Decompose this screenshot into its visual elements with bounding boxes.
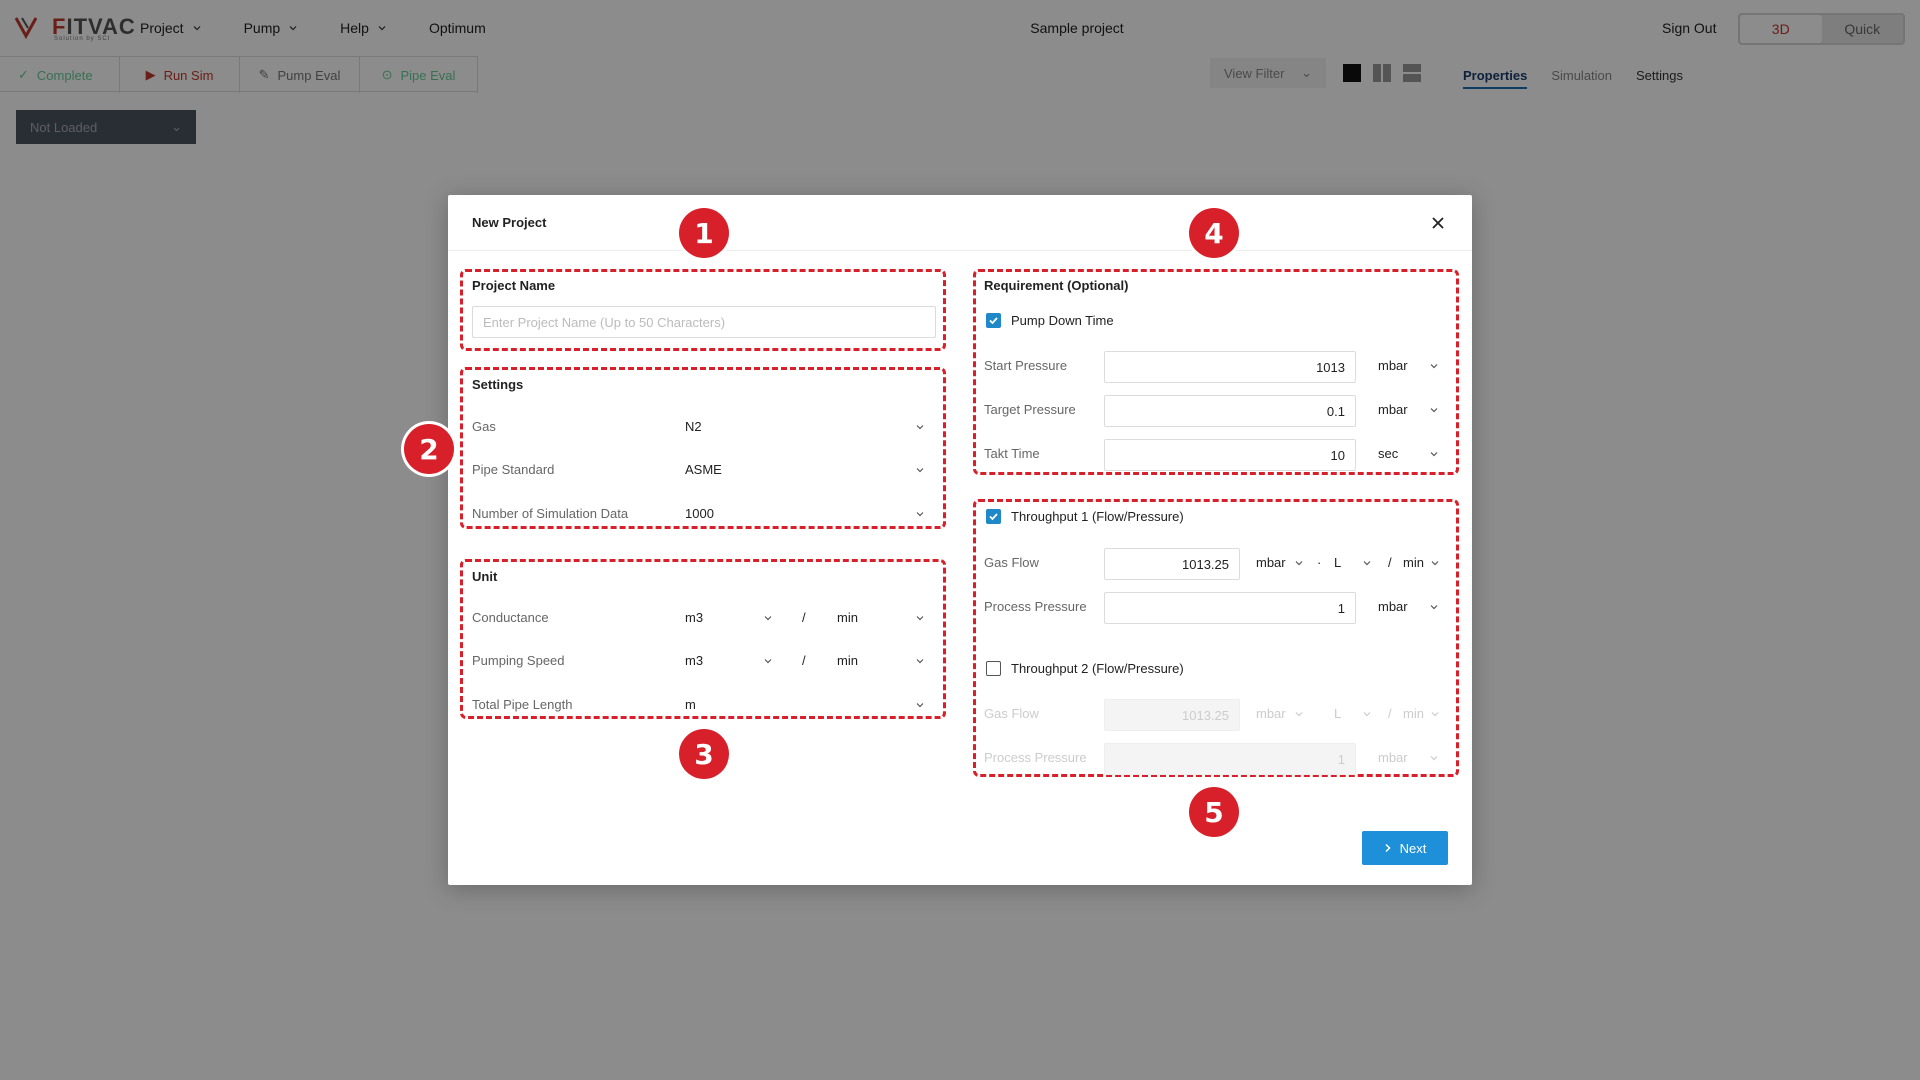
chevron-down-icon [764, 616, 772, 621]
chevron-down-icon [1363, 712, 1371, 717]
throughput1-label: Throughput 1 (Flow/Pressure) [1011, 509, 1184, 524]
sim-data-label: Number of Simulation Data [472, 506, 629, 521]
takt-time-input[interactable]: 10 [1104, 439, 1356, 471]
next-button[interactable]: Next [1362, 831, 1448, 865]
chevron-down-icon [1430, 408, 1438, 413]
chevron-right-icon [1385, 843, 1391, 853]
process-pressure-2-unit-select[interactable]: mbar [1378, 750, 1408, 765]
close-icon [1432, 216, 1444, 229]
slash-separator: / [802, 653, 806, 668]
start-pressure-label: Start Pressure [984, 358, 1068, 373]
annotation-badge-4: 4 [1189, 208, 1239, 258]
chevron-down-icon [1295, 561, 1303, 566]
chevron-down-icon [916, 659, 924, 664]
chevron-down-icon [1295, 712, 1303, 717]
conductance-label: Conductance [472, 610, 549, 625]
target-pressure-input[interactable]: 0.1 [1104, 395, 1356, 427]
pump-down-label: Pump Down Time [1011, 313, 1114, 328]
gas-flow-2-time-unit[interactable]: min [1403, 706, 1424, 721]
gas-flow-input[interactable]: 1013.25 [1104, 548, 1240, 580]
chevron-down-icon [916, 703, 924, 708]
target-pressure-unit-select[interactable]: mbar [1378, 402, 1408, 417]
process-pressure-2-label: Process Pressure [984, 750, 1087, 765]
pipe-length-label: Total Pipe Length [472, 697, 573, 712]
slash-separator: / [1388, 706, 1392, 721]
chevron-down-icon [1363, 561, 1371, 566]
project-name-input[interactable] [472, 306, 936, 338]
gas-flow-pressure-unit[interactable]: mbar [1256, 555, 1286, 570]
chevron-down-icon [764, 659, 772, 664]
start-pressure-unit-select[interactable]: mbar [1378, 358, 1408, 373]
check-icon [989, 317, 998, 325]
chevron-down-icon [1430, 364, 1438, 369]
project-name-title: Project Name [472, 278, 556, 293]
gas-flow-time-unit[interactable]: min [1403, 555, 1424, 570]
unit-title: Unit [472, 569, 498, 584]
settings-title: Settings [472, 377, 524, 392]
dialog-title: New Project [472, 215, 547, 230]
new-project-dialog: New Project Project Name Settings Gas N2… [404, 195, 1472, 885]
process-pressure-label: Process Pressure [984, 599, 1087, 614]
annotation-badge-2: 2 [404, 424, 454, 474]
annotation-badge-3: 3 [679, 729, 729, 779]
pumping-speed-label: Pumping Speed [472, 653, 565, 668]
start-pressure-input[interactable]: 1013 [1104, 351, 1356, 383]
gas-flow-volume-unit[interactable]: L [1334, 555, 1341, 570]
throughput2-checkbox[interactable] [986, 661, 1001, 676]
dialog-header: New Project [448, 195, 1472, 251]
gas-label: Gas [472, 419, 496, 434]
pipe-standard-select[interactable]: ASME [685, 462, 722, 477]
annotation-box-5 [973, 499, 1459, 777]
takt-time-unit-select[interactable]: sec [1378, 446, 1398, 461]
annotation-box-2 [460, 367, 946, 529]
conductance-unit-select[interactable]: m3 [685, 610, 703, 625]
chevron-down-icon [1430, 605, 1438, 610]
chevron-down-icon [1431, 712, 1439, 717]
takt-time-label: Takt Time [984, 446, 1040, 461]
annotation-box-3 [460, 559, 946, 719]
pipe-standard-label: Pipe Standard [472, 462, 555, 477]
chevron-down-icon [916, 468, 924, 473]
close-button[interactable] [1428, 213, 1448, 233]
conductance-time-select[interactable]: min [837, 610, 858, 625]
pipe-length-unit-select[interactable]: m [685, 697, 696, 712]
pump-down-checkbox[interactable] [986, 313, 1001, 328]
chevron-down-icon [916, 512, 924, 517]
process-pressure-input[interactable]: 1 [1104, 592, 1356, 624]
chevron-down-icon [1431, 561, 1439, 566]
dot-separator: · [1317, 555, 1322, 570]
chevron-down-icon [1430, 756, 1438, 761]
check-icon [989, 513, 998, 521]
annotation-badge-1: 1 [679, 208, 729, 258]
throughput2-label: Throughput 2 (Flow/Pressure) [1011, 661, 1184, 676]
slash-separator: / [1388, 555, 1392, 570]
requirement-title: Requirement (Optional) [984, 278, 1129, 293]
pumping-time-select[interactable]: min [837, 653, 858, 668]
process-pressure-2-input[interactable]: 1 [1104, 743, 1356, 775]
process-pressure-unit-select[interactable]: mbar [1378, 599, 1408, 614]
gas-flow-2-volume-unit[interactable]: L [1334, 706, 1341, 721]
gas-flow-label: Gas Flow [984, 555, 1039, 570]
slash-separator: / [802, 610, 806, 625]
chevron-down-icon [916, 616, 924, 621]
gas-flow-2-pressure-unit[interactable]: mbar [1256, 706, 1286, 721]
throughput1-checkbox[interactable] [986, 509, 1001, 524]
pumping-unit-select[interactable]: m3 [685, 653, 703, 668]
target-pressure-label: Target Pressure [984, 402, 1076, 417]
annotation-badge-5: 5 [1189, 787, 1239, 837]
chevron-down-icon [1430, 452, 1438, 457]
chevron-down-icon [916, 425, 924, 430]
gas-flow-2-label: Gas Flow [984, 706, 1039, 721]
sim-data-select[interactable]: 1000 [685, 506, 714, 521]
gas-flow-2-input[interactable]: 1013.25 [1104, 699, 1240, 731]
gas-select[interactable]: N2 [685, 419, 702, 434]
